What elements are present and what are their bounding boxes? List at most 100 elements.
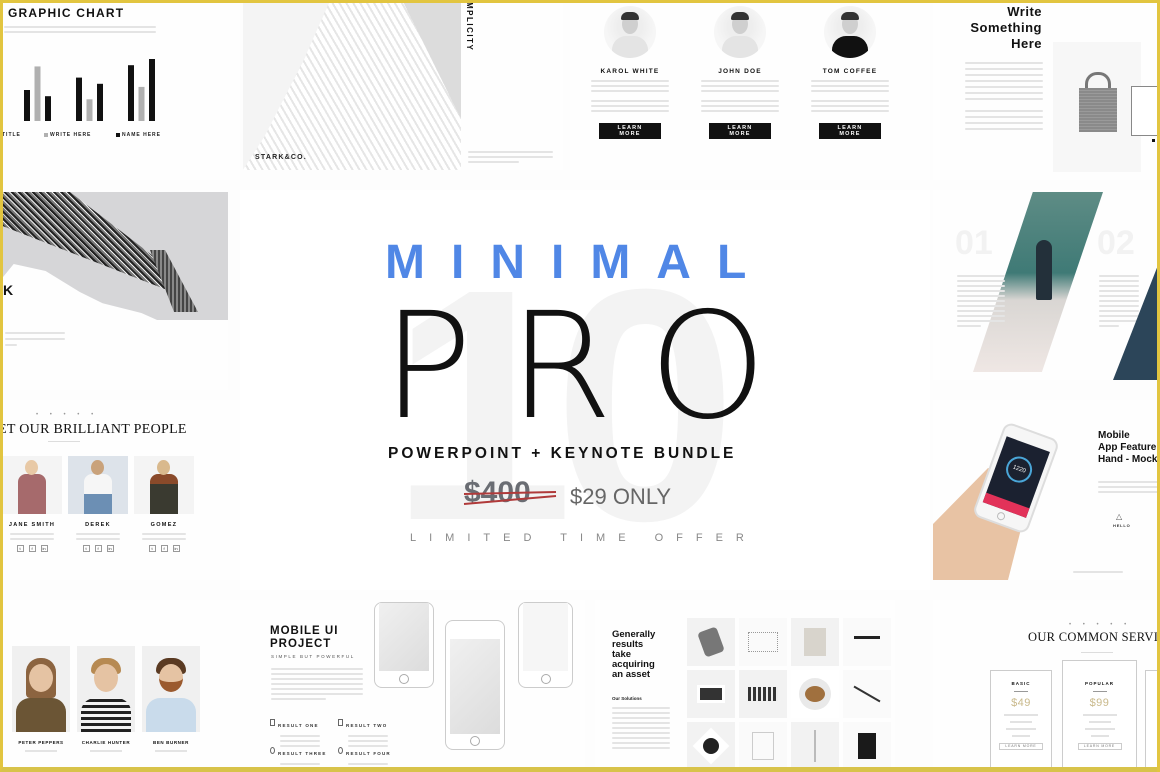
brand-label: STARK&CO. bbox=[255, 154, 307, 161]
person-name: BEN BURNER bbox=[152, 740, 189, 745]
grid-image bbox=[843, 618, 891, 666]
slide-title: ET OUR BRILLIANT PEOPLE bbox=[0, 422, 187, 437]
slide-write-something[interactable]: Write Something Here bbox=[933, 0, 1160, 180]
slide-title: MOBILE UI PROJECT bbox=[270, 625, 339, 650]
twitter-icon[interactable]: t bbox=[16, 545, 24, 552]
linkedin-icon[interactable]: in bbox=[106, 545, 114, 552]
twitter-icon[interactable]: t bbox=[148, 545, 156, 552]
vertical-title: MPLICITY bbox=[465, 2, 474, 52]
slide-mobile-app[interactable]: 1220 Mobile App Feature Hand - Mock △ HE… bbox=[933, 400, 1160, 580]
person-photo bbox=[142, 646, 200, 732]
bar-title-1 bbox=[24, 90, 30, 121]
bar-name-here-3 bbox=[149, 59, 155, 121]
phone-icon bbox=[270, 719, 275, 727]
slide-generally-results[interactable]: Generally results take acquiring an asse… bbox=[595, 600, 895, 772]
slide-subtitle: SIMPLE BUT POWERFUL bbox=[271, 654, 355, 659]
plan-price: $99 bbox=[1089, 697, 1110, 709]
slide-team[interactable]: KAROL WHITE LEARN MORE JOHN DOE LEARN MO… bbox=[570, 0, 930, 180]
twitter-icon[interactable]: t bbox=[82, 545, 90, 552]
grid-image bbox=[791, 722, 839, 770]
avatar bbox=[824, 6, 876, 58]
grid-image bbox=[843, 722, 891, 770]
facebook-icon[interactable]: f bbox=[28, 545, 36, 552]
slide-common-services[interactable]: • • • • • OUR COMMON SERVICE BASIC $49 L… bbox=[933, 600, 1160, 772]
avatar bbox=[604, 6, 656, 58]
member-name: TOM COFFEE bbox=[822, 68, 878, 75]
home-button bbox=[995, 511, 1007, 522]
pricing-card: POPULAR $99 LEARN MORE bbox=[1062, 660, 1137, 772]
slide-surf[interactable]: 01 02 bbox=[933, 190, 1160, 380]
lightbulb-icon bbox=[338, 747, 343, 755]
person-name: GOMEZ bbox=[150, 522, 178, 528]
member-name: JOHN DOE bbox=[718, 68, 762, 75]
tote-bag-image bbox=[1079, 88, 1117, 132]
slide-people-portraits[interactable]: PETER PEPPERS CHARLIE HUNTER BEN BURNER bbox=[0, 600, 240, 772]
linkedin-icon[interactable]: in bbox=[40, 545, 48, 552]
body-text bbox=[271, 665, 363, 703]
learn-more-button[interactable]: LEARN MORE bbox=[819, 123, 881, 139]
body-text bbox=[5, 328, 65, 350]
slide-title: Generally results take acquiring an asse… bbox=[612, 629, 656, 680]
grid-image bbox=[791, 670, 839, 718]
social-links: t f in bbox=[134, 545, 194, 552]
slide-building[interactable]: K bbox=[0, 190, 228, 390]
person-card: BEN BURNER bbox=[142, 646, 200, 752]
slide-title: Write Something Here bbox=[970, 4, 1042, 51]
phone-mockup bbox=[518, 602, 573, 688]
chart-description bbox=[4, 23, 156, 36]
person-card: CHARLIE HUNTER bbox=[77, 646, 135, 752]
bar-name-here-2 bbox=[97, 83, 103, 121]
person-name: DEREK bbox=[85, 522, 111, 528]
legend-label: TITLE bbox=[2, 132, 21, 138]
bar-write-here-2 bbox=[86, 99, 93, 121]
body-text bbox=[1099, 272, 1139, 330]
body-text bbox=[957, 272, 1005, 330]
legend-label: NAME HERE bbox=[122, 132, 162, 138]
person-card: GOMEZ t f in bbox=[134, 456, 194, 552]
slide-graphic-chart[interactable]: GRAPHIC CHART TITLE WRITE HERE NAME HERE bbox=[0, 0, 240, 180]
grid-image bbox=[687, 670, 735, 718]
legend-item-name-here: NAME HERE bbox=[116, 132, 161, 138]
learn-more-button[interactable]: LEARN MORE bbox=[709, 123, 771, 139]
person-card: DEREK t f in bbox=[68, 456, 128, 552]
phone-screen: 1220 bbox=[982, 436, 1050, 518]
avatar bbox=[714, 6, 766, 58]
body-text bbox=[468, 148, 553, 166]
member-name: KAROL WHITE bbox=[600, 68, 660, 75]
grid-image bbox=[687, 618, 735, 666]
learn-more-button[interactable]: LEARN MORE bbox=[999, 743, 1043, 750]
footer-text bbox=[1073, 568, 1123, 576]
legend-item-write-here: WRITE HERE bbox=[44, 132, 91, 138]
image-grid bbox=[687, 618, 891, 770]
person-card: JANE SMITH t f in bbox=[2, 456, 62, 552]
grid-image bbox=[843, 670, 891, 718]
bar-title-2 bbox=[76, 77, 82, 121]
slide-simplicity[interactable]: STARK&CO. MPLICITY bbox=[243, 0, 563, 170]
legend-item-title: TITLE bbox=[2, 132, 21, 138]
social-links: t f in bbox=[2, 545, 62, 552]
bar-write-here-3 bbox=[138, 86, 145, 121]
plan-name: BASIC bbox=[1011, 681, 1031, 686]
slide-title: Mobile App Feature Hand - Mock bbox=[1098, 430, 1158, 465]
plan-name: POPULAR bbox=[1084, 681, 1114, 686]
feature-label: HELLO bbox=[1113, 523, 1131, 528]
facebook-icon[interactable]: f bbox=[94, 545, 102, 552]
learn-more-button[interactable]: LEARN MORE bbox=[599, 123, 661, 139]
section-heading: Our Solutions bbox=[612, 696, 642, 701]
slide-mobile-ui-project[interactable]: MOBILE UI PROJECT SIMPLE BUT POWERFUL RE… bbox=[240, 600, 585, 772]
legend-label: WRITE HERE bbox=[50, 132, 92, 138]
progress-ring: 1220 bbox=[1002, 452, 1036, 487]
grid-image bbox=[739, 722, 787, 770]
legend-swatch bbox=[44, 132, 48, 137]
hero-tagline: POWERPOINT + KEYNOTE BUNDLE bbox=[388, 445, 737, 462]
member-bio bbox=[811, 80, 889, 112]
phone-mockup bbox=[445, 620, 505, 750]
linkedin-icon[interactable]: in bbox=[172, 545, 180, 552]
section-number: 01 bbox=[955, 224, 993, 262]
strikethrough-mark bbox=[463, 491, 557, 505]
facebook-icon[interactable]: f bbox=[160, 545, 168, 552]
offer-label: LIMITED TIME OFFER bbox=[410, 532, 757, 544]
person-name: PETER PEPPERS bbox=[18, 740, 64, 745]
slide-brilliant-people[interactable]: • • • • • ET OUR BRILLIANT PEOPLE JANE S… bbox=[0, 400, 240, 580]
learn-more-button[interactable]: LEARN MORE bbox=[1077, 743, 1122, 750]
